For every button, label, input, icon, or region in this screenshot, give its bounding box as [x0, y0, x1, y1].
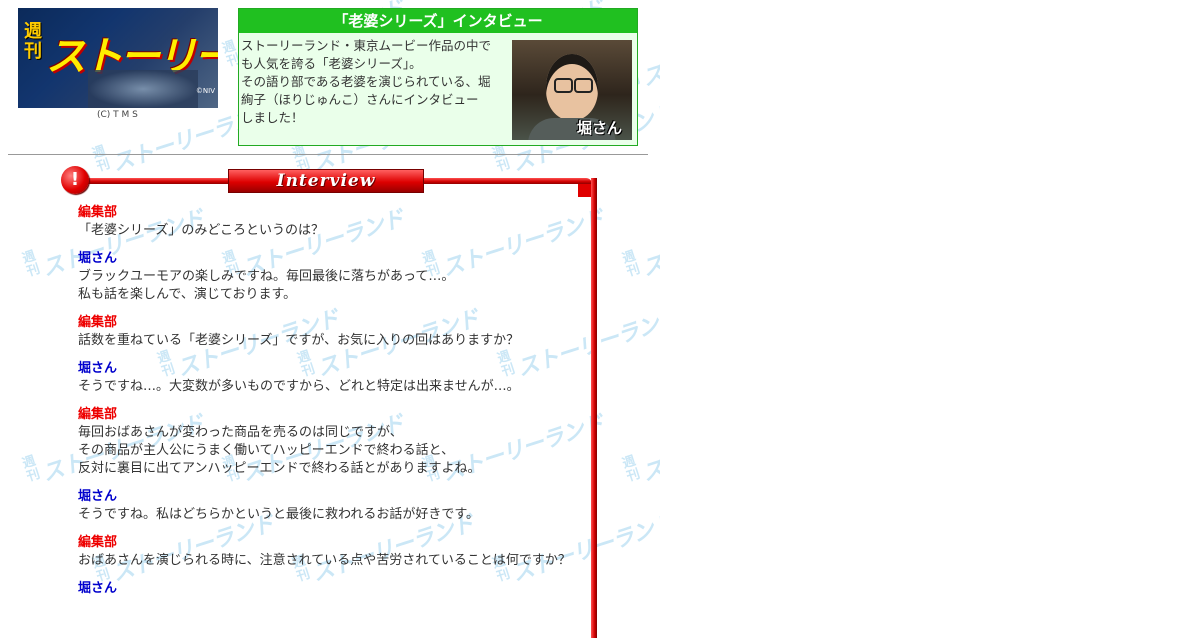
interview-frame-right — [591, 178, 597, 638]
intro-text-line: 絢子（ほりじゅんこ）さんにインタビュー — [241, 92, 479, 107]
intro-text-line: も人気を誇る「老婆シリーズ」。 — [241, 56, 422, 71]
watermark-logo: 週刊ストーリーランド — [620, 206, 660, 296]
speaker-editor: 編集部 — [78, 407, 118, 422]
speaker-hori: 堀さん — [78, 251, 118, 266]
dialogue-line: 毎回おばあさんが変わった商品を売るのは同じですが、 — [78, 425, 403, 440]
dialogue-turn: 編集部 話数を重ねている「老婆シリーズ」ですが、お気に入りの回はありますか？ — [78, 314, 588, 350]
photo-glasses — [554, 78, 573, 93]
intro-text-line: ストーリーランド・東京ムービー作品の中で — [241, 38, 492, 53]
watermark-title: ストーリーランド — [639, 411, 660, 487]
dialogue-turn: 編集部 毎回おばあさんが変わった商品を売るのは同じですが、 その商品が主人公にう… — [78, 406, 588, 478]
speaker-editor: 編集部 — [78, 315, 118, 330]
speaker-hori: 堀さん — [78, 581, 118, 596]
dialogue-turn: 堀さん — [78, 580, 588, 598]
dialogue-line: そうですね…。大変数が多いものですから、どれと特定は出来ませんが…。 — [78, 379, 520, 394]
logo-credit: (C) T M S — [97, 110, 138, 120]
dialogue-line: 「老婆シリーズ」のみどころというのは？ — [78, 223, 324, 238]
photo-label: 堀さん — [576, 119, 622, 137]
speaker-editor: 編集部 — [78, 205, 118, 220]
dialogue-line: おばあさんを演じられる時に、注意されている点や苦労されていることは何ですか？ — [78, 553, 571, 568]
logo-artwork — [88, 70, 198, 108]
interview-dialogue: 編集部 「老婆シリーズ」のみどころというのは？ 堀さん ブラックユーモアの楽しみ… — [78, 204, 588, 608]
watermark-title: ストーリーランド — [639, 16, 660, 92]
watermark-logo: 週刊ストーリーランド — [620, 411, 660, 501]
dialogue-turn: 堀さん そうですね…。大変数が多いものですから、どれと特定は出来ませんが…。 — [78, 360, 588, 396]
interview-frame-corner — [578, 184, 591, 197]
intro-text-line: しました！ — [241, 110, 304, 125]
watermark-badge: 週刊 — [490, 143, 512, 176]
photo-glasses — [574, 78, 593, 93]
watermark-title: ストーリーランド — [639, 206, 660, 282]
dialogue-turn: 編集部 おばあさんを演じられる時に、注意されている点や苦労されていることは何です… — [78, 534, 588, 570]
dialogue-line: 私も話を楽しんで、演じております。 — [78, 287, 297, 302]
dialogue-turn: 堀さん そうですね。私はどちらかというと最後に救われるお話が好きです。 — [78, 488, 588, 524]
exclamation-icon: ! — [61, 166, 89, 194]
dialogue-line: その商品が主人公にうまく働いてハッピーエンドで終わる話と、 — [78, 443, 455, 458]
dialogue-line: 話数を重ねている「老婆シリーズ」ですが、お気に入りの回はありますか？ — [78, 333, 520, 348]
dialogue-turn: 堀さん ブラックユーモアの楽しみですね。毎回最後に落ちがあって…。 私も話を楽し… — [78, 250, 588, 304]
watermark-badge: 週刊 — [20, 248, 42, 281]
header-divider — [8, 154, 648, 155]
speaker-hori: 堀さん — [78, 489, 118, 504]
interview-tab-label: Interview — [228, 169, 424, 193]
intro-text: ストーリーランド・東京ムービー作品の中で も人気を誇る「老婆シリーズ」。 その語… — [241, 37, 507, 127]
speaker-editor: 編集部 — [78, 535, 118, 550]
dialogue-turn: 編集部 「老婆シリーズ」のみどころというのは？ — [78, 204, 588, 240]
dialogue-line: ブラックユーモアの楽しみですね。毎回最後に落ちがあって…。 — [78, 269, 455, 284]
watermark-badge: 週刊 — [20, 453, 42, 486]
speaker-hori: 堀さん — [78, 361, 118, 376]
intro-text-line: その語り部である老婆を演じられている、堀 — [241, 74, 491, 89]
dialogue-line: 反対に裏目に出てアンハッピーエンドで終わる話とがありますよね。 — [78, 461, 481, 476]
watermark-badge: 週刊 — [90, 143, 112, 176]
watermark-badge: 週刊 — [620, 248, 642, 281]
story-land-logo: 週刊 ストーリーランド ©NIV — [18, 8, 218, 108]
intro-title: 「老婆シリーズ」インタビュー — [239, 9, 637, 33]
hori-photo: 堀さん — [512, 40, 632, 140]
intro-box: 「老婆シリーズ」インタビュー ストーリーランド・東京ムービー作品の中で も人気を… — [238, 8, 638, 146]
logo-badge: 週刊 — [24, 21, 42, 62]
dialogue-line: そうですね。私はどちらかというと最後に救われるお話が好きです。 — [78, 507, 480, 522]
logo-copyright: ©NIV — [195, 87, 215, 95]
watermark-badge: 週刊 — [620, 453, 642, 486]
